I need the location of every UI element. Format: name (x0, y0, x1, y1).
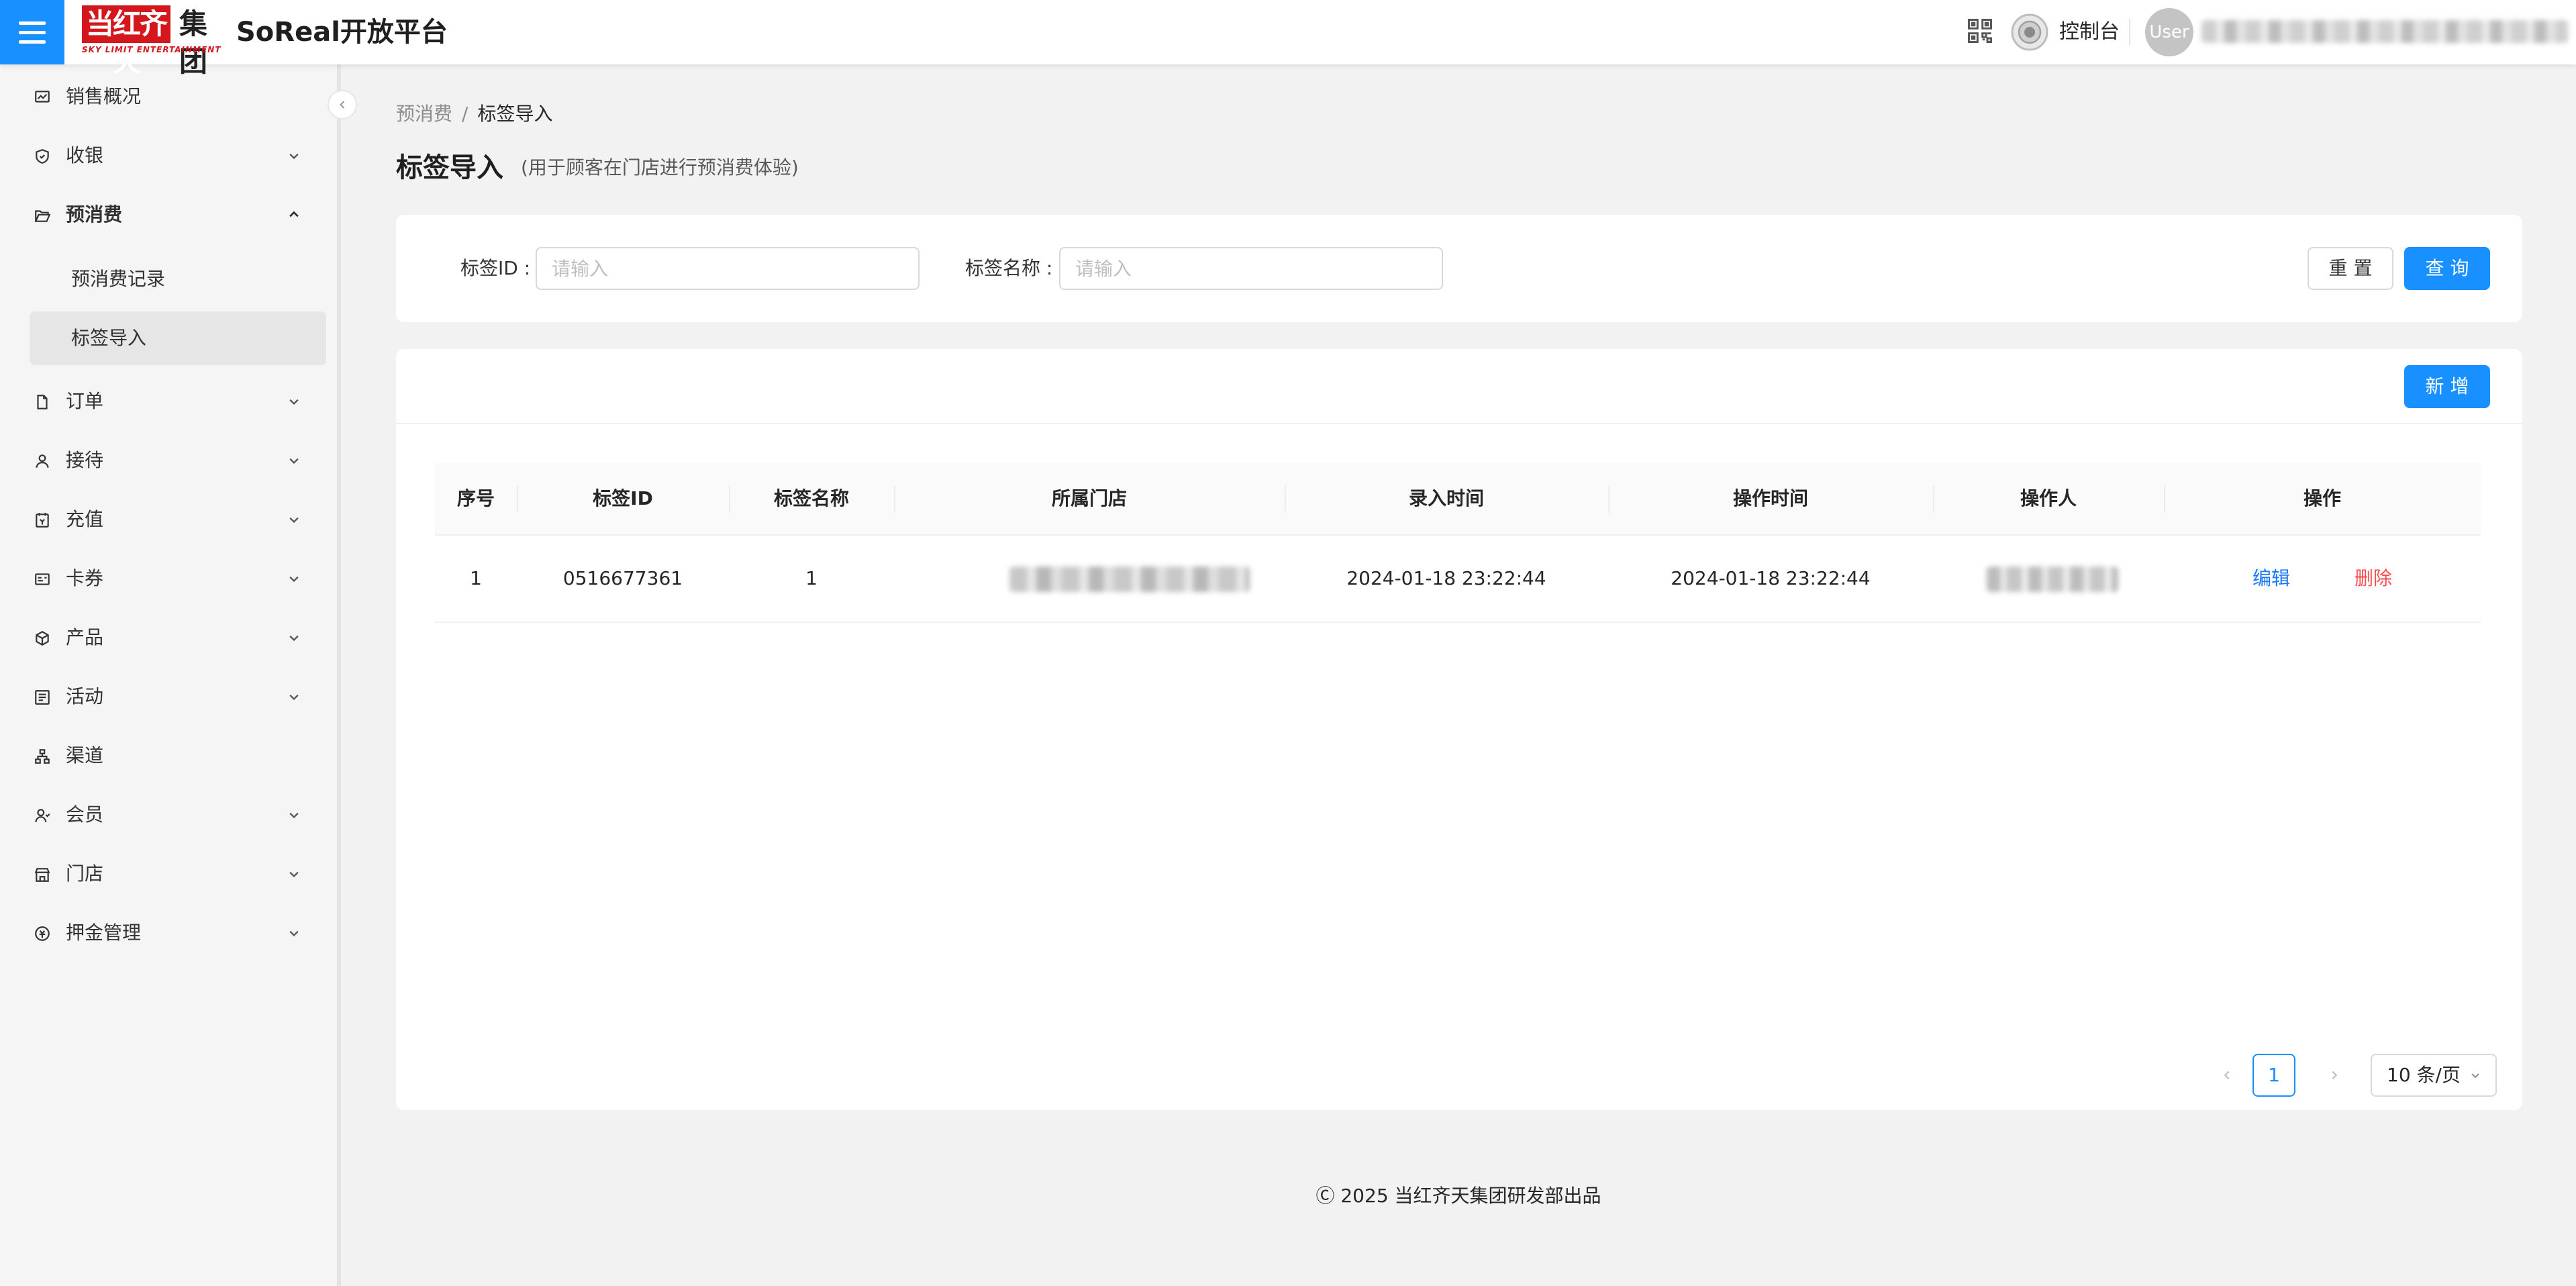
cell-store-redacted (1009, 566, 1250, 592)
sidebar-item-coupons[interactable]: 卡券 (0, 554, 336, 603)
folder-open-icon (34, 210, 51, 222)
reset-button[interactable]: 重 置 (2308, 247, 2393, 290)
sidebar-item-stores[interactable]: 门店 (0, 850, 336, 898)
page-size-select[interactable]: 10 条/页 (2371, 1054, 2497, 1097)
breadcrumb-parent[interactable]: 预消费 (396, 103, 452, 125)
chevron-down-icon (289, 153, 299, 160)
breadcrumb-separator: / (462, 103, 468, 125)
column-header-created-time: 录入时间 (1408, 487, 1485, 509)
cell-tag-id: 0516677361 (562, 567, 683, 589)
deposit-icon (35, 926, 50, 941)
console-link[interactable]: 控制台 (2059, 17, 2120, 47)
cell-operator-redacted (1987, 566, 2118, 592)
page-subtitle: (用于顾客在门店进行预消费体验) (521, 156, 799, 179)
column-header-tag-name: 标签名称 (773, 487, 850, 509)
chevron-down-icon (289, 930, 299, 937)
sidebar-collapse-button[interactable] (328, 90, 357, 119)
member-icon (35, 809, 50, 823)
chevron-down-icon (289, 871, 299, 878)
sidebar: 销售概况 收银 预消费 预消费记录 标签导入 订单 接待 充值 卡券 产品 活动… (0, 64, 341, 1286)
tag-id-input[interactable] (536, 247, 920, 290)
sidebar-item-activities[interactable]: 活动 (0, 673, 336, 721)
column-header-operation-time: 操作时间 (1732, 487, 1809, 509)
chevron-down-icon (289, 635, 299, 642)
chevron-down-icon (289, 576, 299, 583)
column-header-operator: 操作人 (2020, 487, 2077, 509)
prev-page-button[interactable] (2214, 1062, 2240, 1089)
sidebar-item-sales-overview[interactable]: 销售概况 (0, 72, 336, 121)
column-header-index: 序号 (456, 487, 495, 509)
add-button[interactable]: 新 增 (2404, 365, 2490, 408)
delete-link[interactable]: 删除 (2355, 536, 2392, 622)
breadcrumb: 预消费 / 标签导入 (396, 101, 552, 128)
sidebar-item-products[interactable]: 产品 (0, 613, 336, 662)
sidebar-item-deposit-management[interactable]: 押金管理 (0, 909, 336, 957)
chevron-down-icon (289, 517, 299, 524)
sidebar-subitem-tag-import[interactable]: 标签导入 (30, 311, 326, 365)
shield-icon (36, 149, 49, 164)
top-header: 当红齐天 集团 SKY LIMIT ENTERTAINMENT SoReal开放… (0, 0, 2576, 78)
store-icon (34, 868, 50, 882)
page-number-current[interactable]: 1 (2252, 1054, 2295, 1097)
chevron-down-icon (289, 694, 299, 701)
tag-id-label: 标签ID : (460, 257, 531, 279)
card-divider (396, 423, 2522, 424)
search-form-card: 标签ID : 标签名称 : 重 置 查 询 (396, 215, 2522, 322)
chevron-down-icon (289, 458, 299, 464)
cell-created-time: 2024-01-18 23:22:44 (1346, 567, 1546, 589)
brand-logo[interactable]: 当红齐天 集团 SKY LIMIT ENTERTAINMENT (82, 5, 220, 78)
app-title: SoReal开放平台 (236, 17, 448, 48)
footer-copyright: Ⓒ 2025 当红齐天集团研发部出品 (1316, 1185, 1601, 1207)
sidebar-item-cashier[interactable]: 收银 (0, 132, 336, 180)
menu-toggle-button[interactable] (0, 0, 64, 64)
chevron-down-icon (289, 812, 299, 819)
console-icon[interactable] (2010, 12, 2050, 52)
chevron-down-icon (2471, 1073, 2479, 1079)
user-icon (36, 454, 49, 468)
column-header-tag-id: 标签ID (593, 487, 653, 509)
table-header: 序号 标签ID 标签名称 所属门店 录入时间 操作时间 操作人 操作 (435, 463, 2481, 536)
activity-icon (35, 690, 50, 705)
page-title: 标签导入 (396, 152, 503, 183)
chart-icon (35, 91, 50, 103)
sidebar-item-pre-consumption[interactable]: 预消费 (0, 191, 336, 239)
hamburger-icon (19, 21, 46, 25)
file-icon (37, 395, 48, 409)
column-header-actions: 操作 (2303, 487, 2342, 509)
sidebar-item-recharge[interactable]: 充值 (0, 495, 336, 544)
table-row: 1 0516677361 1 2024-01-18 23:22:44 2024-… (435, 536, 2481, 623)
page-size-value: 10 条/页 (2387, 1064, 2461, 1086)
channel-icon (35, 749, 50, 764)
query-button[interactable]: 查 询 (2404, 247, 2490, 290)
cell-index: 1 (470, 567, 482, 589)
table-card: 新 增 序号 标签ID 标签名称 所属门店 录入时间 操作时间 操作人 操作 1… (396, 349, 2522, 1110)
chevron-left-icon (340, 101, 345, 109)
sidebar-item-channels[interactable]: 渠道 (0, 732, 336, 780)
username-redacted[interactable] (2201, 20, 2568, 43)
chevron-up-icon (289, 211, 299, 217)
next-page-button[interactable] (2321, 1062, 2348, 1089)
edit-link[interactable]: 编辑 (2252, 536, 2290, 622)
qr-code-icon[interactable] (1965, 16, 1995, 46)
column-header-store: 所属门店 (1051, 487, 1128, 509)
sidebar-subitem-pre-consumption-records[interactable]: 预消费记录 (30, 252, 326, 306)
recharge-icon (36, 513, 49, 528)
sidebar-item-orders[interactable]: 订单 (0, 377, 336, 426)
sidebar-item-reception[interactable]: 接待 (0, 436, 336, 485)
chevron-down-icon (289, 399, 299, 405)
cell-operation-time: 2024-01-18 23:22:44 (1671, 567, 1871, 589)
chevron-left-icon (2224, 1071, 2230, 1080)
header-divider (2129, 19, 2130, 46)
user-avatar[interactable]: User (2145, 8, 2193, 56)
sidebar-item-members[interactable]: 会员 (0, 791, 336, 839)
tag-name-label: 标签名称 : (965, 257, 1053, 279)
card-icon (35, 573, 50, 585)
breadcrumb-current: 标签导入 (477, 103, 553, 125)
chevron-right-icon (2332, 1071, 2338, 1080)
product-icon (36, 631, 49, 646)
cell-tag-name: 1 (805, 567, 818, 589)
tag-name-input[interactable] (1059, 247, 1443, 290)
